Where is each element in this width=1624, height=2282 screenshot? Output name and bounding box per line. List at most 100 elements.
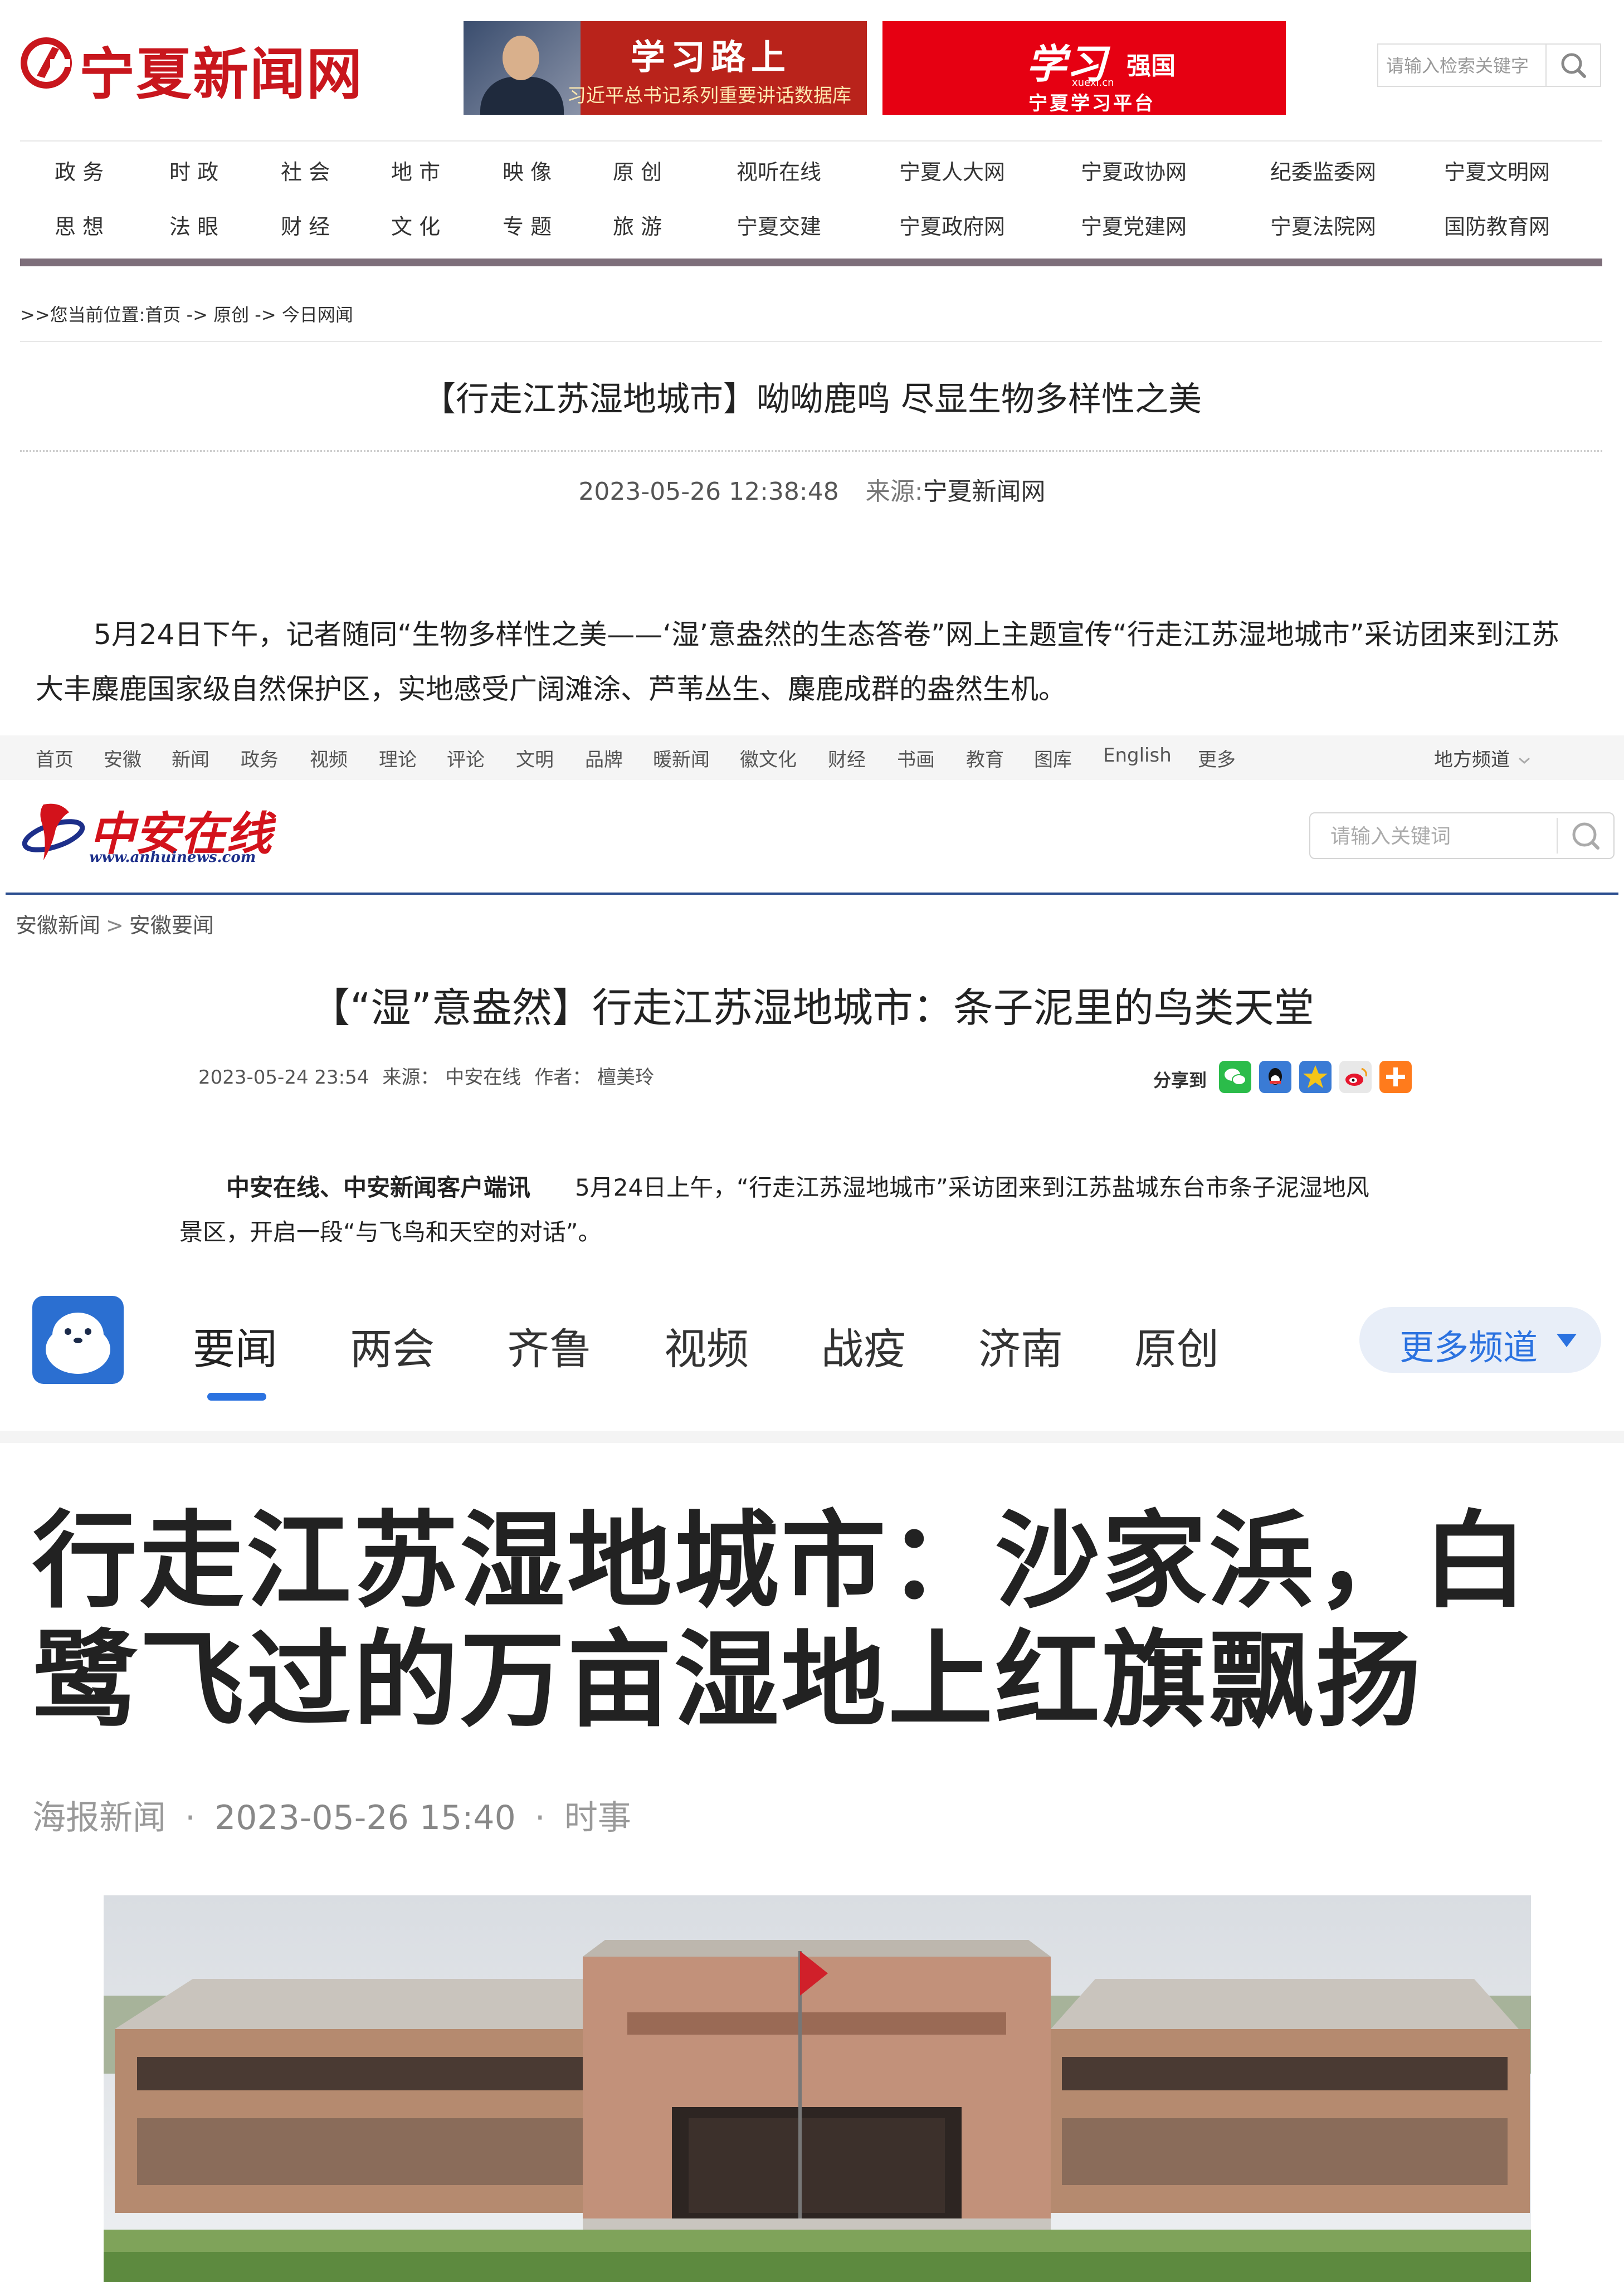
nav-item-fayan[interactable]: 法 眼 — [169, 209, 218, 240]
ningxia-datetime: 2023-05-26 12:38:48 — [578, 477, 839, 506]
xuexi-title-suffix: 强国 — [1126, 52, 1176, 80]
haibao-source[interactable]: 海报新闻 — [32, 1798, 166, 1837]
anhui-nav-news[interactable]: 新闻 — [172, 744, 209, 772]
anhui-nav-english[interactable]: English — [1103, 744, 1172, 767]
anhui-nav-wenming[interactable]: 文明 — [516, 744, 554, 772]
anhui-article-title: 【“湿”意盎然】行走江苏湿地城市：条子泥里的鸟类天堂 — [310, 984, 1314, 1031]
anhui-para-lead: 中安在线、中安新闻客户端讯 — [226, 1174, 531, 1201]
nav-item-fayuan[interactable]: 宁夏法院网 — [1270, 209, 1376, 240]
tab-yuanchuang[interactable]: 原创 — [1134, 1315, 1219, 1376]
tab-video[interactable]: 视频 — [664, 1315, 749, 1376]
nav-item-shehui[interactable]: 社 会 — [281, 155, 330, 186]
anhui-nav-home[interactable]: 首页 — [36, 744, 74, 772]
anhui-nav-gallery[interactable]: 图库 — [1034, 744, 1072, 772]
anhui-nav-finance[interactable]: 财经 — [828, 744, 866, 772]
nav-item-sixiang[interactable]: 思 想 — [55, 209, 104, 240]
tab-lianghui[interactable]: 两会 — [350, 1315, 435, 1376]
more-channels-button[interactable]: 更多频道 — [1359, 1307, 1601, 1373]
study-road-banner[interactable]: 学习路上 习近平总书记系列重要讲话数据库 — [464, 21, 867, 115]
nav-item-zhuanti[interactable]: 专 题 — [503, 209, 552, 240]
anhui-nav-brand[interactable]: 品牌 — [585, 744, 623, 772]
anhui-paragraph-line-2: 景区，开启一段“与飞鸟和天空的对话”。 — [179, 1218, 602, 1246]
nav-item-dishi[interactable]: 地 市 — [391, 155, 440, 186]
nav-item-dangjian[interactable]: 宁夏党建网 — [1081, 209, 1187, 240]
xuexi-subtitle: 宁夏学习平台 — [1028, 92, 1155, 115]
ningxia-logo-text[interactable]: 宁夏新闻网 — [79, 29, 363, 110]
haibao-article-title: 行走江苏湿地城市：沙家浜，白鹭飞过的万亩湿地上红旗飘扬 — [32, 1500, 1530, 1742]
haibao-datetime: 2023-05-26 15:40 — [214, 1798, 516, 1837]
haibao-category[interactable]: 时事 — [564, 1798, 631, 1837]
anhui-source: 来源： 中安在线 — [382, 1066, 521, 1089]
anhui-search-button[interactable] — [1557, 818, 1613, 854]
qq-icon[interactable] — [1259, 1061, 1291, 1093]
wechat-icon[interactable] — [1219, 1061, 1251, 1093]
chevron-down-icon — [1518, 757, 1530, 764]
anhui-nav-more[interactable]: 更多 — [1198, 744, 1236, 772]
nav-item-jiaojian[interactable]: 宁夏交建 — [737, 209, 821, 240]
ningxia-breadcrumb[interactable]: >>您当前位置:首页 -> 原创 -> 今日网闻 — [20, 301, 353, 326]
ningxia-breadcrumb-rule — [20, 341, 1602, 342]
tab-jinan[interactable]: 济南 — [978, 1315, 1063, 1376]
xuexi-qiangguo-banner[interactable]: 学习 强国 xuexi.cn 宁夏学习平台 — [882, 21, 1286, 115]
anhui-nav-anhui[interactable]: 安徽 — [104, 744, 142, 772]
ningxia-title-divider — [20, 450, 1602, 452]
ningxia-search-input[interactable] — [1378, 45, 1554, 87]
haibao-app-seal-icon[interactable] — [32, 1296, 124, 1384]
haibao-section-divider — [0, 1431, 1624, 1443]
study-road-title: 学习路上 — [631, 37, 792, 77]
ningxia-search-box — [1377, 43, 1601, 87]
breadcrumb-anhui-headlines[interactable]: 安徽要闻 — [129, 913, 214, 938]
anhui-local-channel-dropdown[interactable]: 地方频道 — [1434, 744, 1533, 772]
breadcrumb-anhui-news[interactable]: 安徽新闻 — [16, 913, 100, 938]
xuexi-domain: xuexi.cn — [1072, 77, 1114, 89]
anhui-search-input[interactable] — [1310, 813, 1566, 859]
anhui-nav-video[interactable]: 视频 — [310, 744, 348, 772]
anhui-nav-comment[interactable]: 评论 — [447, 744, 485, 772]
anhui-paragraph-line-1: 中安在线、中安新闻客户端讯 5月24日上午，“行走江苏湿地城市”采访团来到江苏盐城… — [226, 1174, 1369, 1201]
nav-item-wenhua[interactable]: 文 化 — [391, 209, 440, 240]
tab-qilu[interactable]: 齐鲁 — [507, 1315, 592, 1376]
anhui-nav-theory[interactable]: 理论 — [379, 744, 417, 772]
nav-item-yuanchuang[interactable]: 原 创 — [613, 155, 662, 186]
nav-item-jiwei[interactable]: 纪委监委网 — [1270, 155, 1376, 186]
more-share-plus-icon[interactable] — [1379, 1061, 1412, 1093]
nav-item-guofang[interactable]: 国防教育网 — [1444, 209, 1550, 240]
anhui-nav-warm-news[interactable]: 暖新闻 — [653, 744, 710, 772]
anhui-nav-painting[interactable]: 书画 — [897, 744, 935, 772]
meta-dot: · — [185, 1798, 196, 1837]
ningxia-source-value: 宁夏新闻网 — [923, 477, 1046, 506]
anhui-nav-education[interactable]: 教育 — [966, 744, 1004, 772]
share-label: 分享到 — [1153, 1070, 1207, 1091]
nav-item-yingxiang[interactable]: 映 像 — [503, 155, 552, 186]
tab-yaowen[interactable]: 要闻 — [193, 1315, 277, 1376]
weibo-icon[interactable] — [1339, 1061, 1372, 1093]
nav-item-caijing[interactable]: 财 经 — [281, 209, 330, 240]
nav-item-zhengxie[interactable]: 宁夏政协网 — [1081, 155, 1187, 186]
nav-item-zhengwu[interactable]: 政 务 — [55, 155, 104, 186]
anhui-header-rule — [6, 893, 1618, 895]
anhui-search-box — [1309, 812, 1615, 859]
meta-dot: · — [534, 1798, 545, 1837]
nav-item-wenming[interactable]: 宁夏文明网 — [1444, 155, 1550, 186]
anhui-nav-hui-culture[interactable]: 徽文化 — [740, 744, 797, 772]
nav-item-lvyou[interactable]: 旅 游 — [613, 209, 662, 240]
nav-item-zhengfu[interactable]: 宁夏政府网 — [899, 209, 1005, 240]
nav-item-renda[interactable]: 宁夏人大网 — [899, 155, 1005, 186]
caret-down-icon — [1557, 1334, 1577, 1347]
ningxia-article-paragraph: 5月24日下午，记者随同“生物多样性之美——‘湿’意盎然的生态答卷”网上主题宣传… — [36, 618, 1559, 705]
search-icon — [1561, 53, 1586, 78]
anhui-nav-zhengwu[interactable]: 政务 — [241, 744, 279, 772]
ningxia-search-button[interactable] — [1545, 45, 1600, 86]
search-icon — [1572, 822, 1599, 850]
ningxia-nav-bottom-bar — [20, 259, 1602, 266]
tab-zhanyi[interactable]: 战疫 — [821, 1315, 906, 1376]
nav-item-shiting[interactable]: 视听在线 — [737, 155, 821, 186]
anhui-author: 作者： 檀美玲 — [534, 1066, 655, 1089]
nav-item-shizheng[interactable]: 时 政 — [169, 155, 218, 186]
local-channel-label: 地方频道 — [1434, 749, 1510, 771]
anhui-article-meta: 2023-05-24 23:54 来源： 中安在线 作者： 檀美玲 — [198, 1062, 667, 1089]
qzone-star-icon[interactable] — [1299, 1061, 1332, 1093]
ningxia-logo-icon[interactable] — [20, 37, 72, 89]
ningxia-nav-top-rule — [20, 140, 1602, 142]
anhuinews-logo-url: www.anhuinews.com — [89, 849, 256, 866]
